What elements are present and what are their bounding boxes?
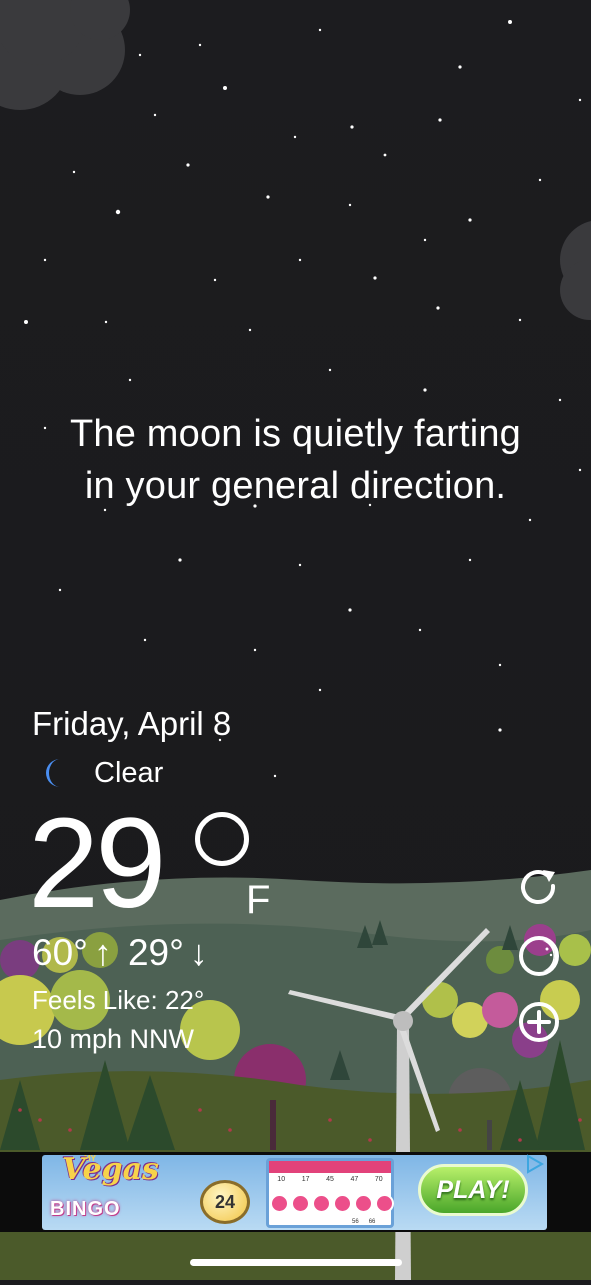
bingo-number: 47 — [350, 1176, 359, 1183]
bingo-number: 10 — [277, 1176, 286, 1183]
daub — [354, 1194, 373, 1213]
ad-brand-sub: BINGO — [50, 1198, 121, 1220]
crescent-moon-icon — [46, 759, 60, 787]
arrow-down-icon: ↓ — [189, 932, 208, 973]
bingo-card-header — [269, 1161, 391, 1173]
degree-symbol — [195, 812, 249, 866]
low-temperature: 29° — [127, 932, 184, 973]
bingo-card-numbers: 10 17 45 47 70 — [269, 1173, 391, 1183]
bingo-number: 66 — [368, 1219, 376, 1225]
temperature-unit: F — [246, 878, 271, 922]
refresh-icon[interactable] — [517, 866, 561, 910]
daub — [270, 1194, 289, 1213]
bingo-card-bottom-numbers: 56 66 — [352, 1219, 375, 1225]
high-temperature: 60° — [32, 932, 88, 973]
home-indicator[interactable] — [190, 1259, 402, 1266]
feels-like: Feels Like: 22° — [32, 985, 205, 1015]
theme-toggle-icon[interactable] — [517, 934, 561, 978]
weather-scene-background — [0, 0, 591, 1280]
condition-row: Clear — [38, 755, 163, 791]
daub — [291, 1194, 310, 1213]
message-line-1: The moon is quietly farting — [69, 413, 522, 455]
ad-choices-icon[interactable] — [524, 1154, 544, 1174]
message-line-2: in your general direction. — [84, 465, 507, 507]
bingo-number: 56 — [352, 1219, 359, 1225]
bingo-card: 10 17 45 47 70 — [266, 1158, 394, 1228]
funny-forecast-message: The moon is quietly farting in your gene… — [0, 408, 591, 512]
bingo-number: 45 — [326, 1176, 334, 1183]
current-temperature: 29 — [28, 792, 166, 935]
daub — [333, 1194, 352, 1213]
ad-play-button[interactable]: PLAY! — [418, 1164, 528, 1216]
night-landscape-illustration — [0, 0, 591, 1280]
bingo-daubs — [270, 1194, 394, 1213]
high-low-row: 60° ↑ 29° ↓ — [32, 932, 224, 974]
condition-text: Clear — [94, 756, 164, 789]
daub — [312, 1194, 331, 1213]
daub — [375, 1194, 394, 1213]
ad-brand-logo: Vegas — [62, 1152, 159, 1187]
bingo-number: 17 — [301, 1176, 310, 1183]
date-label: Friday, April 8 — [32, 705, 232, 742]
arrow-up-icon: ↑ — [93, 932, 112, 973]
bingo-ball: 24 — [200, 1180, 250, 1224]
wind-info: 10 mph NNW — [32, 1024, 195, 1054]
bingo-number: 70 — [374, 1176, 383, 1183]
add-location-icon[interactable] — [517, 1000, 561, 1044]
